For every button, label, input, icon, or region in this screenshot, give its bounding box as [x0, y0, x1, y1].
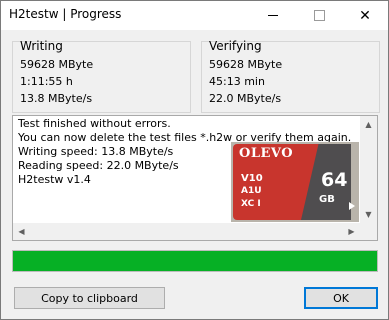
scroll-down-icon[interactable]: ▼ — [360, 206, 377, 223]
progress-window: H2testw | Progress ✕ Writing 59628 MByte… — [0, 0, 389, 320]
progress-bar — [12, 250, 378, 272]
log-line: Test finished without errors. — [18, 117, 171, 130]
verifying-size: 59628 MByte — [209, 58, 283, 71]
verifying-label: Verifying — [209, 39, 262, 53]
maximize-icon — [313, 10, 325, 21]
vertical-scrollbar[interactable]: ▲ ▼ — [360, 116, 377, 223]
ok-button[interactable]: OK — [304, 287, 378, 309]
copy-to-clipboard-button[interactable]: Copy to clipboard — [14, 287, 165, 309]
writing-label: Writing — [20, 39, 63, 53]
writing-speed: 13.8 MByte/s — [20, 92, 93, 105]
insert-arrow-icon — [349, 202, 355, 210]
card-brand: OLEVO — [239, 146, 294, 161]
verifying-speed: 22.0 MByte/s — [209, 92, 282, 105]
card-type: XC I — [241, 199, 261, 209]
minimize-icon — [268, 15, 278, 16]
scroll-right-icon[interactable]: ▶ — [343, 223, 360, 240]
card-speed-class: V10 — [241, 173, 263, 184]
scroll-up-icon[interactable]: ▲ — [360, 116, 377, 133]
log-line: Reading speed: 22.0 MByte/s — [18, 159, 179, 172]
title-bar[interactable]: H2testw | Progress ✕ — [1, 1, 388, 30]
scroll-left-icon[interactable]: ◀ — [13, 223, 30, 240]
log-line: Writing speed: 13.8 MByte/s — [18, 145, 174, 158]
card-unit: GB — [319, 194, 335, 205]
writing-group: Writing 59628 MByte 1:11:55 h 13.8 MByte… — [12, 39, 191, 113]
log-line: H2testw v1.4 — [18, 173, 91, 186]
minimize-button[interactable] — [250, 1, 296, 30]
close-button[interactable]: ✕ — [342, 1, 388, 30]
verifying-time: 45:13 min — [209, 75, 265, 88]
window-title: H2testw | Progress — [9, 7, 122, 21]
sd-card-photo: OLEVO V10 A1U XC I 64 GB — [231, 142, 359, 222]
scrollbar-corner — [360, 223, 377, 240]
writing-time: 1:11:55 h — [20, 75, 73, 88]
card-uhs-class: A1U — [241, 186, 262, 196]
maximize-button[interactable] — [296, 1, 342, 30]
writing-size: 59628 MByte — [20, 58, 94, 71]
progress-fill — [13, 251, 377, 271]
verifying-group: Verifying 59628 MByte 45:13 min 22.0 MBy… — [201, 39, 380, 113]
close-icon: ✕ — [359, 7, 371, 24]
card-capacity: 64 — [321, 169, 348, 191]
horizontal-scrollbar[interactable]: ◀ ▶ — [13, 223, 360, 240]
